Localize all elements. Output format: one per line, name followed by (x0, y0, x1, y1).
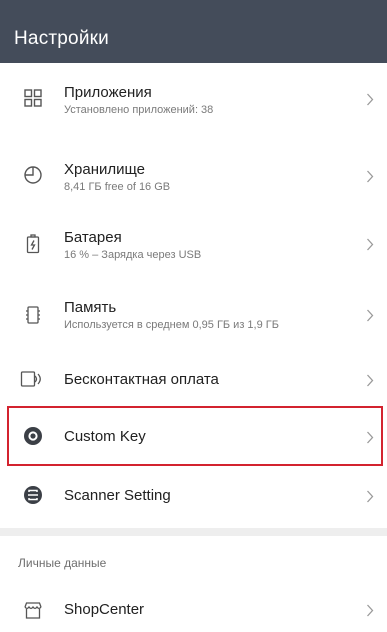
settings-item-memory[interactable]: Память Используется в среднем 0,95 ГБ из… (0, 281, 387, 348)
page-title: Настройки (14, 28, 109, 49)
settings-item-custom-key-title: Custom Key (64, 428, 146, 445)
section-header-personal-data: Личные данные (18, 556, 107, 570)
settings-item-contactless-payment[interactable]: Бесконтактная оплата (0, 350, 387, 407)
custom-key-icon (22, 425, 44, 447)
chevron-right-icon (365, 237, 375, 251)
settings-item-memory-title: Память (64, 299, 117, 316)
settings-item-apps-subtitle: Установлено приложений: 38 (64, 104, 214, 116)
chevron-right-icon (365, 603, 375, 617)
section-divider (0, 528, 387, 536)
battery-icon (22, 233, 44, 255)
contactless-payment-icon (20, 368, 46, 390)
pie-chart-icon (22, 164, 44, 186)
settings-item-storage-subtitle: 8,41 ГБ free of 16 GB (64, 181, 171, 193)
chevron-right-icon (365, 489, 375, 503)
settings-item-scanner-setting-title: Scanner Setting (64, 487, 171, 504)
chevron-right-icon (365, 430, 375, 444)
shop-icon (22, 600, 44, 622)
chevron-right-icon (365, 308, 375, 322)
settings-item-battery[interactable]: Батарея 16 % – Зарядка через USB (0, 211, 387, 278)
settings-item-storage[interactable]: Хранилище 8,41 ГБ free of 16 GB (0, 140, 387, 208)
settings-item-apps-title: Приложения (64, 84, 152, 101)
settings-item-shopcenter[interactable]: ShopCenter (0, 592, 387, 632)
settings-item-battery-title: Батарея (64, 229, 122, 246)
scanner-icon (22, 484, 44, 506)
settings-item-battery-subtitle: 16 % – Зарядка через USB (64, 249, 202, 261)
chevron-right-icon (365, 373, 375, 387)
chevron-right-icon (365, 92, 375, 106)
app-bar: Настройки (0, 0, 387, 63)
settings-item-storage-title: Хранилище (64, 161, 145, 178)
settings-item-custom-key[interactable]: Custom Key (0, 408, 387, 464)
settings-item-apps[interactable]: Приложения Установлено приложений: 38 (0, 63, 387, 130)
settings-item-memory-subtitle: Используется в среднем 0,95 ГБ из 1,9 ГБ (64, 319, 279, 331)
chevron-right-icon (365, 169, 375, 183)
settings-item-contactless-payment-title: Бесконтактная оплата (64, 371, 219, 388)
memory-chip-icon (22, 304, 44, 326)
settings-item-scanner-setting[interactable]: Scanner Setting (0, 466, 387, 524)
grid-icon (22, 87, 44, 109)
settings-item-shopcenter-title: ShopCenter (64, 601, 145, 618)
